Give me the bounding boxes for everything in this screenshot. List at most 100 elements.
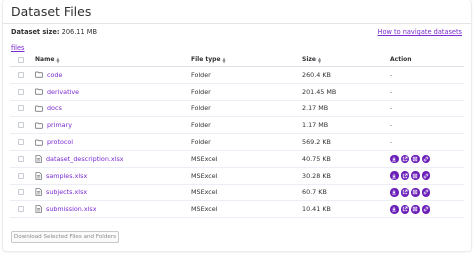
title-divider <box>3 23 471 24</box>
action-cell: - <box>390 117 392 133</box>
file-size: 260.4 KB <box>302 70 331 79</box>
sort-icon[interactable]: ▲ ▼ <box>318 56 321 63</box>
row-checkbox[interactable] <box>18 88 24 95</box>
file-icon <box>35 155 42 163</box>
action-cell <box>390 151 432 167</box>
page-title: Dataset Files <box>11 4 92 19</box>
table-row: dataset_description.xlsx MSExcel 40.75 K… <box>10 151 464 168</box>
link-icon[interactable] <box>421 205 430 214</box>
action-cell <box>390 168 432 184</box>
file-link[interactable]: submission.xlsx <box>46 205 97 213</box>
table-row: docs Folder 2.17 MB - <box>10 101 464 118</box>
file-icon <box>35 171 42 180</box>
folder-icon <box>35 105 43 112</box>
action-none: - <box>390 104 393 113</box>
table-row: code Folder 260.4 KB - <box>10 67 464 84</box>
row-checkbox[interactable] <box>18 172 24 179</box>
download-icon[interactable] <box>390 205 399 214</box>
dataset-size-value: 206.11 MB <box>61 28 98 36</box>
info-icon[interactable] <box>411 171 420 180</box>
sort-icon[interactable]: ▲ ▼ <box>56 56 59 63</box>
file-type: Folder <box>191 87 211 96</box>
external-link-icon[interactable] <box>400 171 409 180</box>
link-icon[interactable] <box>421 188 430 197</box>
files-table: Name ▲ ▼ File type ▲ ▼ Size ▲ ▼ Action code… <box>10 53 464 219</box>
row-checkbox[interactable] <box>18 71 24 78</box>
file-link[interactable]: dataset_description.xlsx <box>46 155 124 163</box>
file-icon <box>35 188 42 197</box>
file-size: 40.75 KB <box>302 154 331 163</box>
folder-icon <box>35 71 43 78</box>
folder-link[interactable]: primary <box>47 121 72 129</box>
file-type: Folder <box>191 104 211 113</box>
info-icon[interactable] <box>411 188 420 197</box>
column-header-action: Action <box>390 56 412 63</box>
file-type: MSExcel <box>191 205 218 214</box>
column-header-name[interactable]: Name ▲ ▼ <box>35 53 59 66</box>
dataset-size: Dataset size: 206.11 MB <box>11 28 97 36</box>
row-checkbox[interactable] <box>18 105 24 112</box>
link-icon[interactable] <box>421 154 430 164</box>
file-type: MSExcel <box>191 154 218 163</box>
folder-link[interactable]: code <box>47 71 62 79</box>
file-link[interactable]: samples.xlsx <box>46 172 87 180</box>
sort-icon[interactable]: ▲ ▼ <box>223 56 226 63</box>
external-link-icon[interactable] <box>400 154 409 164</box>
row-checkbox[interactable] <box>18 139 24 146</box>
file-type: Folder <box>191 70 211 79</box>
download-icon[interactable] <box>390 188 399 197</box>
row-checkbox[interactable] <box>18 122 24 129</box>
action-none: - <box>390 70 393 79</box>
file-link[interactable]: subjects.xlsx <box>46 188 87 196</box>
action-none: - <box>390 87 393 96</box>
action-cell: - <box>390 101 392 117</box>
dataset-files-card: Dataset Files Dataset size: 206.11 MB Ho… <box>3 0 471 251</box>
download-selected-button[interactable]: Download Selected Files and Folders <box>11 231 119 243</box>
file-size: 2.17 MB <box>302 104 329 113</box>
external-link-icon[interactable] <box>400 188 409 197</box>
file-size: 30.28 KB <box>302 171 331 180</box>
file-type: MSExcel <box>191 171 218 180</box>
file-type: MSExcel <box>191 188 218 197</box>
download-icon[interactable] <box>390 154 399 164</box>
action-none: - <box>390 138 393 147</box>
folder-icon <box>35 122 43 129</box>
row-checkbox[interactable] <box>18 189 24 196</box>
table-header: Name ▲ ▼ File type ▲ ▼ Size ▲ ▼ Action <box>10 53 464 67</box>
folder-icon <box>35 139 43 146</box>
download-icon[interactable] <box>390 171 399 180</box>
link-icon[interactable] <box>421 171 430 180</box>
action-cell: - <box>390 84 392 100</box>
external-link-icon[interactable] <box>400 205 409 214</box>
action-cell: - <box>390 134 392 150</box>
file-size: 10.41 KB <box>302 205 331 214</box>
file-size: 569.2 KB <box>302 138 331 147</box>
file-type: Folder <box>191 138 211 147</box>
folder-icon <box>35 88 43 95</box>
breadcrumb-files[interactable]: files <box>11 44 24 52</box>
file-size: 1.17 MB <box>302 121 329 130</box>
table-row: derivative Folder 201.45 MB - <box>10 84 464 101</box>
table-row: subjects.xlsx MSExcel 60.7 KB <box>10 185 464 202</box>
info-icon[interactable] <box>411 154 420 164</box>
select-all-checkbox[interactable] <box>18 56 24 63</box>
action-none: - <box>390 121 393 130</box>
table-body: code Folder 260.4 KB - derivative Folder… <box>10 67 464 219</box>
table-row: samples.xlsx MSExcel 30.28 KB <box>10 168 464 185</box>
table-row: submission.xlsx MSExcel 10.41 KB <box>10 201 464 219</box>
row-checkbox[interactable] <box>18 206 24 213</box>
column-header-size[interactable]: Size ▲ ▼ <box>302 53 321 66</box>
action-cell <box>390 201 432 217</box>
how-to-navigate-link[interactable]: How to navigate datasets <box>378 28 462 36</box>
file-size: 60.7 KB <box>302 188 327 197</box>
row-checkbox[interactable] <box>18 155 24 162</box>
folder-link[interactable]: docs <box>47 104 62 112</box>
action-cell: - <box>390 67 392 83</box>
column-header-file-type[interactable]: File type ▲ ▼ <box>191 53 226 66</box>
file-size: 201.45 MB <box>302 87 337 96</box>
file-icon <box>35 205 42 214</box>
folder-link[interactable]: protocol <box>47 138 73 146</box>
table-row: protocol Folder 569.2 KB - <box>10 134 464 151</box>
info-icon[interactable] <box>411 205 420 214</box>
folder-link[interactable]: derivative <box>47 88 79 96</box>
